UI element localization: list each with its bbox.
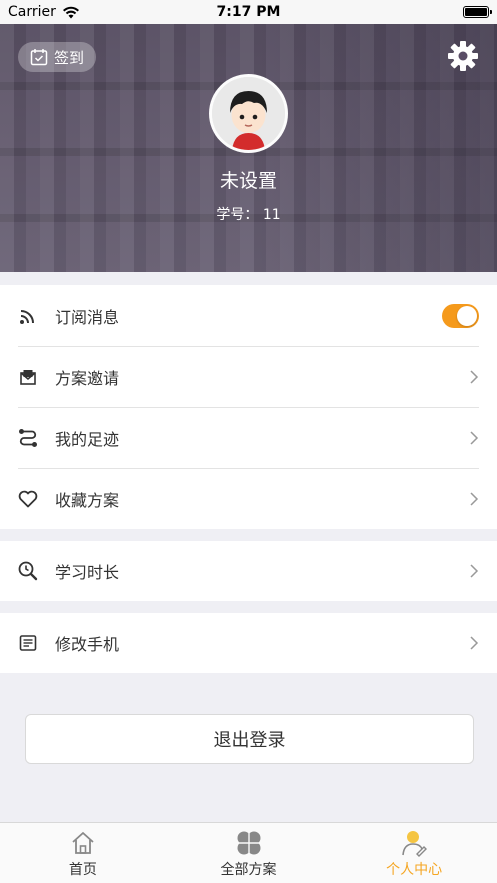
logout-button[interactable]: 退出登录: [25, 714, 474, 764]
student-id-label: 学号：: [216, 207, 259, 223]
menu-item-label: 学习时长: [55, 563, 120, 582]
profile-header: 签到 未设置 学号： 11: [0, 24, 497, 272]
chevron-right-icon: [470, 369, 479, 384]
menu-group-study: 学习时长: [0, 541, 497, 601]
menu-item-favorites[interactable]: 收藏方案: [0, 468, 497, 529]
status-bar: Carrier 7:17 PM: [0, 0, 497, 24]
person-icon: [402, 831, 428, 857]
tab-all-plans[interactable]: 全部方案: [166, 823, 332, 883]
tab-label: 个人中心: [386, 862, 443, 878]
battery-icon: [463, 6, 492, 18]
nickname: 未设置: [219, 170, 277, 192]
menu-item-label: 订阅消息: [55, 307, 120, 327]
heart-icon: [18, 489, 38, 509]
tab-label: 全部方案: [220, 862, 277, 878]
menu-item-study-time[interactable]: 学习时长: [0, 541, 497, 601]
tab-home[interactable]: 首页: [0, 823, 166, 883]
menu-group-main: 订阅消息 方案邀请 我的足迹 收藏方案: [0, 285, 497, 529]
chevron-right-icon: [470, 636, 479, 650]
menu-item-invite[interactable]: 方案邀请: [0, 346, 497, 407]
tab-label: 首页: [68, 862, 97, 878]
avatar-face-icon: [212, 77, 285, 150]
rss-icon: [18, 306, 38, 326]
student-id: 学号： 11: [0, 204, 497, 224]
checkin-button[interactable]: 签到: [18, 42, 96, 72]
wifi-icon: [62, 6, 79, 18]
carrier-label: Carrier: [8, 4, 56, 20]
calendar-check-icon: [30, 49, 48, 66]
checkin-label: 签到: [54, 48, 85, 67]
menu-group-account: 修改手机: [0, 613, 497, 673]
menu-item-label: 我的足迹: [55, 429, 120, 449]
student-id-value: 11: [262, 207, 281, 223]
menu-item-label: 修改手机: [55, 635, 120, 654]
chevron-right-icon: [470, 564, 479, 578]
route-icon: [18, 428, 38, 448]
tab-profile[interactable]: 个人中心: [331, 823, 497, 883]
avatar[interactable]: [209, 74, 288, 153]
menu-item-subscribe[interactable]: 订阅消息: [0, 285, 497, 346]
chevron-right-icon: [470, 430, 479, 445]
menu-item-change-phone[interactable]: 修改手机: [0, 613, 497, 673]
clover-icon: [236, 831, 261, 855]
subscribe-toggle[interactable]: [442, 303, 479, 328]
home-icon: [72, 832, 94, 854]
phone-doc-icon: [18, 633, 38, 653]
menu-item-footprint[interactable]: 我的足迹: [0, 407, 497, 468]
chevron-right-icon: [470, 491, 479, 506]
status-left: Carrier: [8, 4, 80, 20]
tab-bar: 首页 全部方案 个人中心: [0, 822, 497, 883]
envelope-icon: [18, 367, 38, 387]
menu-item-label: 方案邀请: [55, 368, 120, 388]
magnifier-clock-icon: [18, 561, 38, 581]
gear-icon[interactable]: [447, 40, 479, 72]
menu-item-label: 收藏方案: [55, 490, 120, 510]
